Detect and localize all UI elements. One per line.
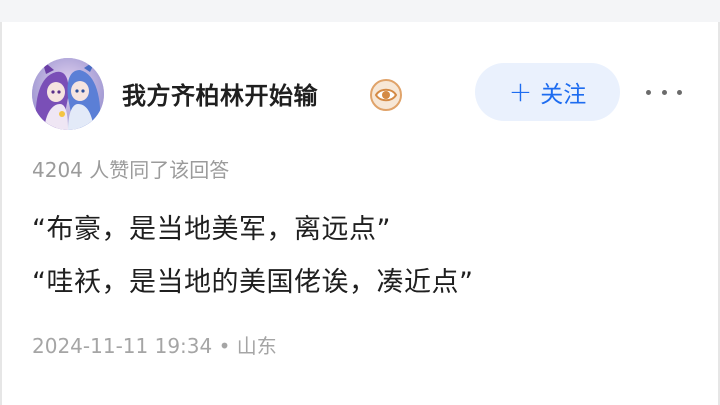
meta-separator: • (218, 334, 231, 358)
more-dot (677, 89, 682, 95)
answer-timestamp: 2024-11-11 19:34 (32, 334, 213, 358)
top-divider-band (0, 0, 720, 22)
more-options-icon[interactable] (646, 84, 682, 100)
answer-text-line: “布豪，是当地美军，离远点” (32, 214, 391, 245)
follow-button-label: 关注 (540, 82, 587, 108)
eye-icon (370, 79, 402, 111)
author-name[interactable]: 我方齐柏林开始输 (122, 76, 318, 111)
answer-card: 我方齐柏林开始输 + 关注 4204 人赞同了该回答 “布豪，是当地美军，离远点… (0, 0, 720, 405)
anime-avatar-icon (32, 58, 104, 130)
plus-icon: + (508, 75, 533, 108)
left-border (0, 22, 2, 405)
answer-text-line: “哇袄，是当地的美国佬诶，凑近点” (32, 267, 474, 298)
more-dot (646, 89, 651, 95)
answer-meta: 2024-11-11 19:34 • 山东 (32, 330, 277, 359)
author-avatar[interactable] (32, 58, 104, 130)
more-dot (661, 89, 667, 95)
like-count: 4204 人赞同了该回答 (32, 158, 230, 182)
follow-button[interactable]: + 关注 (475, 63, 620, 121)
answer-location: 山东 (236, 334, 277, 358)
